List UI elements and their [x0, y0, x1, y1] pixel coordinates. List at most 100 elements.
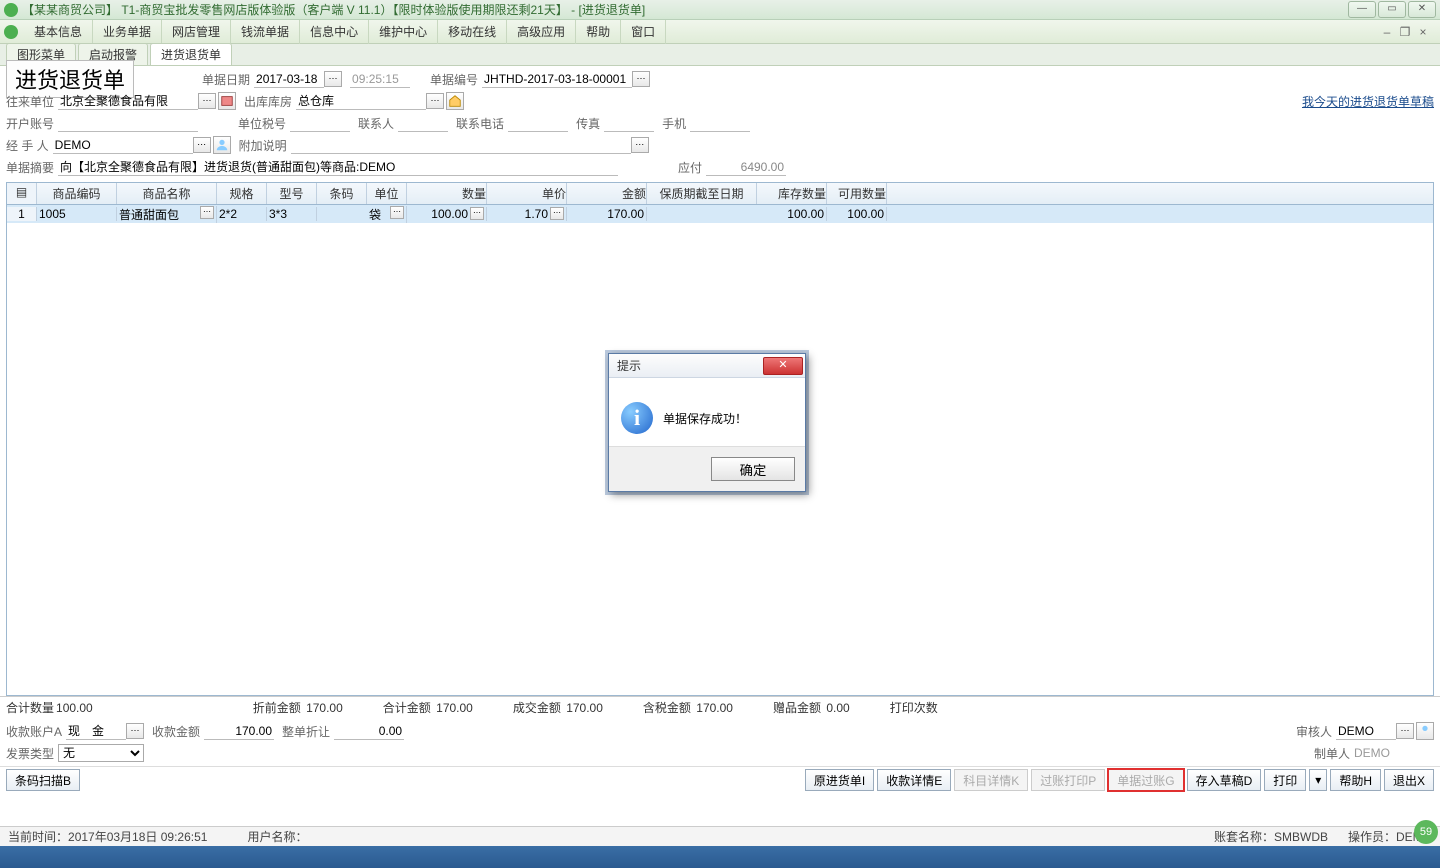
col-amount[interactable]: 金额: [567, 183, 647, 204]
invoice-select[interactable]: 无: [58, 744, 144, 762]
os-taskbar[interactable]: [0, 846, 1440, 868]
menu-biz[interactable]: 业务单据: [93, 20, 162, 44]
col-code[interactable]: 商品编码: [37, 183, 117, 204]
col-expiry[interactable]: 保质期截至日期: [647, 183, 757, 204]
label-receive-amt: 收款金额: [152, 723, 200, 740]
col-unit[interactable]: 单位: [367, 183, 407, 204]
docno-lookup-button[interactable]: ⋯: [632, 71, 650, 87]
post-order-button[interactable]: 单据过账G: [1108, 769, 1183, 791]
dialog-close-button[interactable]: ✕: [763, 357, 803, 375]
mdi-restore[interactable]: ❐: [1398, 25, 1412, 39]
minimize-button[interactable]: —: [1348, 1, 1376, 18]
account-lookup-button[interactable]: ⋯: [126, 723, 144, 739]
warehouse-lookup-button[interactable]: ⋯: [426, 93, 444, 109]
cell-amount[interactable]: 170.00: [567, 207, 647, 221]
handler-detail-icon[interactable]: [213, 136, 231, 154]
menu-help[interactable]: 帮助: [576, 20, 621, 44]
label-warehouse: 出库库房: [244, 93, 292, 110]
contact-input[interactable]: [398, 115, 448, 132]
vendor-input[interactable]: [58, 93, 198, 110]
menu-maint[interactable]: 维护中心: [369, 20, 438, 44]
col-stock[interactable]: 库存数量: [757, 183, 827, 204]
fax-input[interactable]: [604, 115, 654, 132]
phone-input[interactable]: [508, 115, 568, 132]
auditor-lookup-button[interactable]: ⋯: [1396, 723, 1414, 739]
mdi-minimize[interactable]: –: [1380, 25, 1394, 39]
docno-input[interactable]: [482, 71, 632, 88]
taxno-input[interactable]: [290, 115, 350, 132]
price-edit-icon[interactable]: ⋯: [550, 207, 564, 220]
cell-spec[interactable]: 2*2: [217, 207, 267, 221]
menu-shop[interactable]: 网店管理: [162, 20, 231, 44]
warehouse-input[interactable]: [296, 93, 426, 110]
label-phone: 联系电话: [456, 115, 504, 132]
handler-lookup-button[interactable]: ⋯: [193, 137, 211, 153]
label-discount: 整单折让: [282, 723, 330, 740]
time-input[interactable]: [350, 71, 410, 88]
info-icon: i: [621, 402, 653, 434]
label-account: 收款账户A: [6, 723, 62, 740]
print-button[interactable]: 打印: [1264, 769, 1306, 791]
qty-edit-icon[interactable]: ⋯: [470, 207, 484, 220]
warehouse-detail-icon[interactable]: [446, 92, 464, 110]
maximize-button[interactable]: ▭: [1378, 1, 1406, 18]
mdi-close[interactable]: ×: [1416, 25, 1430, 39]
cell-unit[interactable]: 袋⋯: [367, 206, 407, 223]
notification-badge[interactable]: 59: [1414, 820, 1438, 844]
vendor-lookup-button[interactable]: ⋯: [198, 93, 216, 109]
col-avail[interactable]: 可用数量: [827, 183, 887, 204]
account-input[interactable]: [66, 723, 126, 740]
col-name[interactable]: 商品名称: [117, 183, 217, 204]
menu-basic[interactable]: 基本信息: [24, 20, 93, 44]
my-drafts-link[interactable]: 我今天的进货退货单草稿: [1302, 93, 1434, 110]
auditor-input[interactable]: [1336, 723, 1396, 740]
unit-lookup-icon[interactable]: ⋯: [390, 206, 404, 219]
print-dropdown-button[interactable]: ▾: [1309, 769, 1327, 791]
cell-avail: 100.00: [827, 207, 887, 221]
table-row[interactable]: 1 1005 普通甜面包⋯ 2*2 3*3 袋⋯ 100.00⋯ 1.70⋯ 1…: [7, 205, 1433, 223]
exit-button[interactable]: 退出X: [1384, 769, 1434, 791]
mobile-input[interactable]: [690, 115, 750, 132]
label-summary: 单据摘要: [6, 159, 54, 176]
col-rownum[interactable]: ▤: [7, 183, 37, 204]
save-draft-button[interactable]: 存入草稿D: [1187, 769, 1262, 791]
col-model[interactable]: 型号: [267, 183, 317, 204]
date-picker-button[interactable]: ⋯: [324, 71, 342, 87]
dialog-ok-button[interactable]: 确定: [711, 457, 795, 481]
original-order-button[interactable]: 原进货单I: [805, 769, 874, 791]
label-contact: 联系人: [358, 115, 394, 132]
dialog-title: 提示: [617, 357, 641, 374]
cell-price[interactable]: 1.70⋯: [487, 207, 567, 221]
handler-input[interactable]: [53, 137, 193, 154]
label-date: 单据日期: [202, 71, 250, 88]
help-button[interactable]: 帮助H: [1330, 769, 1381, 791]
tab-return-order[interactable]: 进货退货单: [150, 43, 232, 65]
menu-money[interactable]: 钱流单据: [231, 20, 300, 44]
discount-input[interactable]: [334, 723, 404, 740]
col-barcode[interactable]: 条码: [317, 183, 367, 204]
note-expand-button[interactable]: ⋯: [631, 137, 649, 153]
vendor-detail-icon[interactable]: [218, 92, 236, 110]
date-input[interactable]: [254, 71, 324, 88]
bank-input[interactable]: [58, 115, 198, 132]
col-qty[interactable]: 数量: [407, 183, 487, 204]
barcode-scan-button[interactable]: 条码扫描B: [6, 769, 80, 791]
col-spec[interactable]: 规格: [217, 183, 267, 204]
note-input[interactable]: [291, 137, 631, 154]
cell-name[interactable]: 普通甜面包⋯: [117, 206, 217, 223]
receive-detail-button[interactable]: 收款详情E: [877, 769, 951, 791]
cell-qty[interactable]: 100.00⋯: [407, 207, 487, 221]
menu-info[interactable]: 信息中心: [300, 20, 369, 44]
name-lookup-icon[interactable]: ⋯: [200, 206, 214, 219]
menu-window[interactable]: 窗口: [621, 20, 666, 44]
col-price[interactable]: 单价: [487, 183, 567, 204]
cell-code[interactable]: 1005: [37, 207, 117, 221]
summary-input[interactable]: [58, 159, 618, 176]
menu-mobile[interactable]: 移动在线: [438, 20, 507, 44]
menu-adv[interactable]: 高级应用: [507, 20, 576, 44]
receive-amt-input[interactable]: [204, 723, 274, 740]
post-print-button: 过账打印P: [1031, 769, 1105, 791]
cell-model[interactable]: 3*3: [267, 207, 317, 221]
close-button[interactable]: ✕: [1408, 1, 1436, 18]
auditor-detail-icon[interactable]: [1416, 722, 1434, 740]
